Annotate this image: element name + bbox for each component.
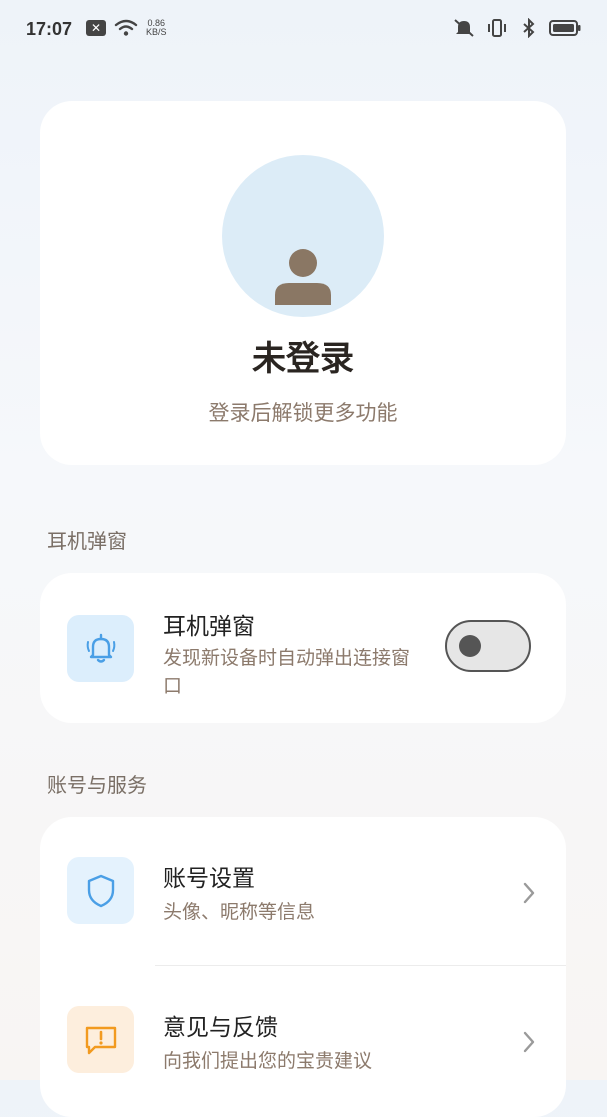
user-icon xyxy=(275,249,331,305)
wifi-icon xyxy=(114,19,138,36)
feedback-row[interactable]: 意见与反馈 向我们提出您的宝贵建议 xyxy=(40,966,566,1116)
toggle-knob xyxy=(459,635,481,657)
avatar[interactable] xyxy=(222,155,384,317)
earphone-popup-row[interactable]: 耳机弹窗 发现新设备时自动弹出连接窗口 xyxy=(40,573,566,723)
status-bar: 17:07 ✕ 0.86 KB/S xyxy=(0,0,607,60)
earphone-popup-card: 耳机弹窗 发现新设备时自动弹出连接窗口 xyxy=(40,573,566,723)
login-subtitle: 登录后解锁更多功能 xyxy=(208,401,398,425)
vibrate-icon xyxy=(488,19,506,37)
section-label-account: 账号与服务 xyxy=(47,773,147,797)
feedback-subtitle: 向我们提出您的宝贵建议 xyxy=(163,1050,373,1072)
account-settings-title: 账号设置 xyxy=(163,866,255,892)
status-left-icons: ✕ 0.86 KB/S xyxy=(86,19,167,37)
shield-icon-tile xyxy=(67,857,134,924)
account-settings-subtitle: 头像、昵称等信息 xyxy=(163,901,316,923)
feedback-title: 意见与反馈 xyxy=(163,1015,278,1041)
bell-icon-tile xyxy=(67,615,134,682)
earphone-popup-title: 耳机弹窗 xyxy=(163,614,255,640)
battery-icon xyxy=(549,20,581,36)
account-services-card: 账号设置 头像、昵称等信息 意见与反馈 向我们提出您的宝贵建议 xyxy=(40,817,566,1117)
shield-icon xyxy=(87,874,114,907)
mute-icon xyxy=(454,19,474,37)
bell-icon xyxy=(86,633,115,663)
login-title[interactable]: 未登录 xyxy=(40,331,566,380)
profile-card[interactable]: 未登录 登录后解锁更多功能 xyxy=(40,101,566,465)
chevron-right-icon xyxy=(523,882,535,904)
account-settings-row[interactable]: 账号设置 头像、昵称等信息 xyxy=(40,817,566,965)
earphone-popup-toggle[interactable] xyxy=(445,620,531,672)
bluetooth-icon xyxy=(523,18,535,38)
earphone-popup-description: 发现新设备时自动弹出连接窗口 xyxy=(163,647,411,697)
notification-x-icon: ✕ xyxy=(86,20,106,36)
feedback-icon xyxy=(85,1026,116,1054)
section-label-earphone: 耳机弹窗 xyxy=(47,529,127,553)
net-speed: 0.86 KB/S xyxy=(146,18,167,37)
status-right-icons xyxy=(453,18,581,38)
feedback-icon-tile xyxy=(67,1006,134,1073)
status-time: 17:07 xyxy=(26,19,73,39)
chevron-right-icon xyxy=(523,1031,535,1053)
